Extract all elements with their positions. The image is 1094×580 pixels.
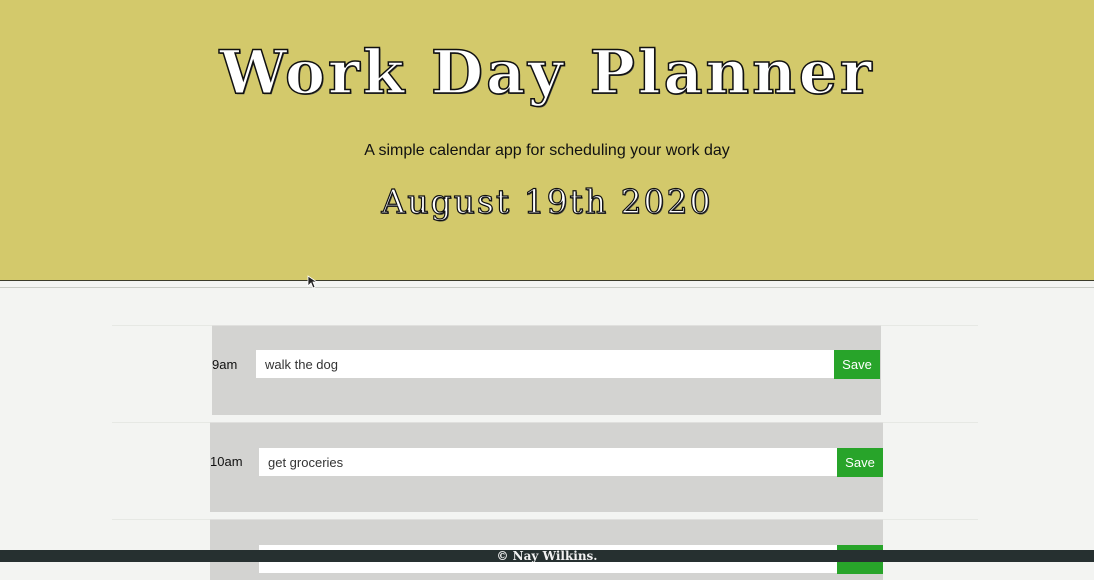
header-divider — [0, 287, 1094, 288]
footer-copyright: © Nay Wilkins. — [496, 550, 598, 562]
mouse-cursor-icon — [307, 275, 319, 289]
hour-label: 10am — [210, 454, 243, 469]
page-title: Work Day Planner — [219, 37, 875, 109]
footer: © Nay Wilkins. — [0, 550, 1094, 562]
time-block-9am: 9am Save — [212, 325, 881, 415]
task-input-10am[interactable] — [259, 448, 838, 476]
save-button[interactable]: Save — [834, 350, 880, 379]
time-block-10am: 10am Save — [210, 422, 883, 512]
save-button[interactable]: Save — [837, 448, 883, 477]
header-jumbotron: Work Day Planner A simple calendar app f… — [0, 0, 1094, 281]
page-subtitle: A simple calendar app for scheduling you… — [364, 142, 730, 159]
task-input-9am[interactable] — [256, 350, 835, 378]
hour-label: 9am — [212, 357, 238, 372]
current-date: August 19th 2020 — [381, 181, 713, 221]
